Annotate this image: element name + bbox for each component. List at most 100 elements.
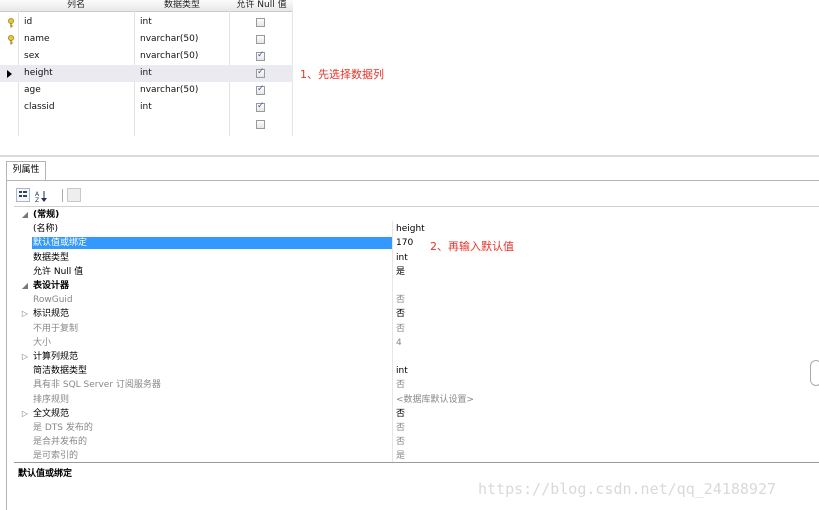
property-value[interactable]: 否 xyxy=(396,307,405,321)
property-grid-divider[interactable] xyxy=(392,221,393,462)
cell-data-type[interactable]: int xyxy=(140,65,152,82)
table-row[interactable]: id int xyxy=(0,14,293,31)
property-row[interactable]: ▷ 全文规范 否 xyxy=(17,407,819,421)
property-value[interactable]: 否 xyxy=(396,407,405,421)
expand-icon[interactable]: ▷ xyxy=(20,307,30,321)
property-value[interactable]: int xyxy=(396,364,408,378)
cell-data-type[interactable]: nvarchar(50) xyxy=(140,31,198,48)
property-name: 排序规则 xyxy=(33,394,70,405)
property-row[interactable]: 是 DTS 发布的 否 xyxy=(17,421,819,435)
svg-text:Z: Z xyxy=(35,197,39,203)
table-row[interactable] xyxy=(0,116,293,133)
column-grid: 列名 数据类型 允许 Null 值 id int name nvarchar(50) s… xyxy=(0,0,293,136)
property-name: RowGuid xyxy=(33,295,73,306)
property-row[interactable]: 默认值或绑定 170 xyxy=(17,236,819,250)
property-name: (常规) xyxy=(33,210,60,220)
property-row[interactable]: 数据类型 int xyxy=(17,251,819,265)
expand-icon[interactable]: ▷ xyxy=(20,407,30,421)
properties-toolbar: AZ xyxy=(12,186,132,206)
property-row[interactable]: (名称) height xyxy=(17,222,819,236)
property-value[interactable]: 4 xyxy=(396,336,402,350)
property-row[interactable]: 大小 4 xyxy=(17,336,819,350)
toolbar-divider xyxy=(14,206,819,207)
default-value-input[interactable]: 170 xyxy=(396,236,413,250)
cell-data-type[interactable]: int xyxy=(140,99,152,116)
allow-null-checkbox[interactable] xyxy=(256,67,265,78)
scroll-handle[interactable] xyxy=(810,360,819,386)
table-row[interactable]: height int xyxy=(0,65,293,82)
table-row[interactable]: classid int xyxy=(0,99,293,116)
cell-data-type[interactable]: nvarchar(50) xyxy=(140,82,198,99)
property-row[interactable]: 具有非 SQL Server 订阅服务器 否 xyxy=(17,378,819,392)
property-name: 大小 xyxy=(33,337,52,348)
property-name: 具有非 SQL Server 订阅服务器 xyxy=(33,380,161,391)
property-name: (名称) xyxy=(33,224,59,235)
cell-column-name[interactable]: classid xyxy=(24,99,55,116)
header-allow-null[interactable]: 允许 Null 值 xyxy=(230,0,293,11)
row-selector[interactable] xyxy=(0,48,18,65)
allow-null-checkbox[interactable] xyxy=(256,50,265,61)
property-row[interactable]: 允许 Null 值 是 xyxy=(17,265,819,279)
property-value[interactable]: 是 xyxy=(396,265,405,279)
header-data-type[interactable]: 数据类型 xyxy=(135,0,229,11)
property-row[interactable]: 是合并发布的 否 xyxy=(17,435,819,449)
property-value[interactable]: int xyxy=(396,251,408,265)
cell-column-name[interactable]: id xyxy=(24,14,32,31)
allow-null-checkbox[interactable] xyxy=(256,120,265,129)
allow-null-checkbox[interactable] xyxy=(256,101,265,112)
allow-null-checkbox[interactable] xyxy=(256,84,265,95)
cell-column-name[interactable]: name xyxy=(24,31,50,48)
allow-null-checkbox[interactable] xyxy=(256,35,265,44)
cell-column-name[interactable]: sex xyxy=(24,48,39,65)
cell-column-name[interactable]: age xyxy=(24,82,41,99)
collapse-icon[interactable]: ◢ xyxy=(20,208,30,222)
property-value[interactable]: height xyxy=(396,222,425,236)
property-category[interactable]: ◢ (常规) xyxy=(17,208,819,222)
table-row[interactable]: sex nvarchar(50) xyxy=(0,48,293,65)
property-category[interactable]: ◢ 表设计器 xyxy=(17,279,819,293)
cell-column-name[interactable]: height xyxy=(24,65,53,82)
primary-key-icon xyxy=(8,18,14,28)
property-value[interactable]: 否 xyxy=(396,421,405,435)
row-selector[interactable] xyxy=(0,14,18,31)
grid-header: 列名 数据类型 允许 Null 值 xyxy=(0,0,293,12)
alphabetical-sort-icon[interactable]: AZ xyxy=(34,188,48,204)
property-name: 不用于复制 xyxy=(33,323,79,334)
header-column-name[interactable]: 列名 xyxy=(18,0,134,11)
cell-data-type[interactable]: nvarchar(50) xyxy=(140,48,198,65)
property-value[interactable]: <数据库默认设置> xyxy=(396,393,474,407)
property-value[interactable]: 否 xyxy=(396,378,405,392)
property-name: 默认值或绑定 xyxy=(33,238,88,249)
description-title: 默认值或绑定 xyxy=(18,469,73,479)
property-row[interactable]: 简洁数据类型 int xyxy=(17,364,819,378)
property-row[interactable]: 不用于复制 否 xyxy=(17,322,819,336)
property-value[interactable]: 否 xyxy=(396,435,405,449)
panel-splitter[interactable] xyxy=(0,155,819,157)
expand-icon[interactable]: ▷ xyxy=(20,350,30,364)
tab-column-properties[interactable]: 列属性 xyxy=(6,161,46,180)
table-row[interactable]: name nvarchar(50) xyxy=(0,31,293,48)
annotation-step2: 2、再输入默认值 xyxy=(430,240,514,253)
row-selector[interactable] xyxy=(0,31,18,48)
property-value[interactable]: 否 xyxy=(396,293,405,307)
collapse-icon[interactable]: ◢ xyxy=(20,279,30,293)
cell-data-type[interactable]: int xyxy=(140,14,152,31)
property-value[interactable]: 否 xyxy=(396,322,405,336)
property-pages-icon[interactable] xyxy=(67,188,81,202)
property-row[interactable]: 排序规则 <数据库默认设置> xyxy=(17,393,819,407)
row-selector[interactable] xyxy=(0,99,18,116)
property-name: 标识规范 xyxy=(33,309,70,320)
description-divider[interactable] xyxy=(14,462,819,463)
table-row[interactable]: age nvarchar(50) xyxy=(0,82,293,99)
categorized-icon[interactable] xyxy=(16,188,30,202)
property-name: 表设计器 xyxy=(33,281,70,291)
row-selector[interactable] xyxy=(0,82,18,99)
allow-null-checkbox[interactable] xyxy=(256,18,265,27)
property-row[interactable]: RowGuid 否 xyxy=(17,293,819,307)
property-row[interactable]: ▷ 标识规范 否 xyxy=(17,307,819,321)
row-selector[interactable] xyxy=(0,65,18,82)
property-row[interactable]: ▷ 计算列规范 xyxy=(17,350,819,364)
property-name: 允许 Null 值 xyxy=(33,266,84,277)
current-row-arrow-icon xyxy=(7,70,12,78)
row-selector[interactable] xyxy=(0,116,18,133)
